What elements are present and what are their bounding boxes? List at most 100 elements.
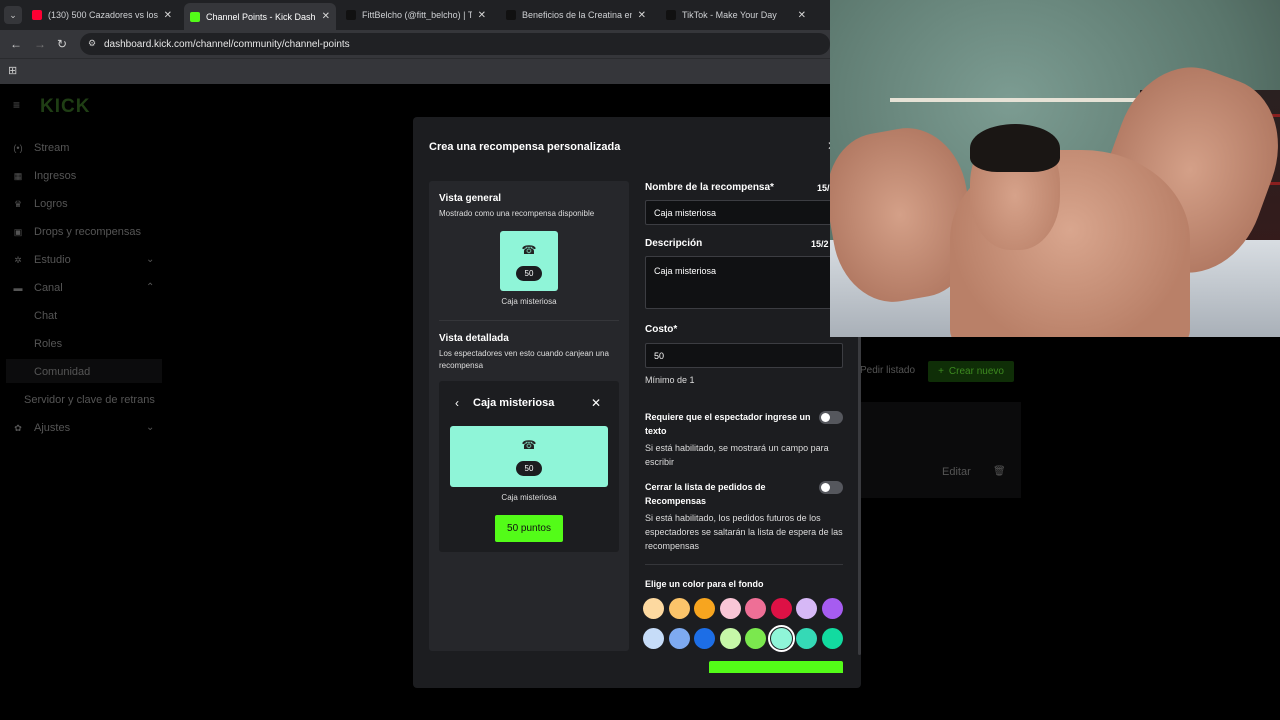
color-swatch[interactable] [745,598,766,619]
color-swatch[interactable] [770,598,792,619]
color-swatch[interactable] [668,598,690,619]
webcam-overlay [830,0,1280,337]
close-tab-icon[interactable]: ✕ [322,11,330,22]
trash-icon[interactable]: 🗑 [993,466,1006,477]
detail-tile-label: Caja misteriosa [501,493,557,502]
reload-icon[interactable]: ↻ [57,37,67,51]
close-queue-toggle[interactable] [819,481,843,494]
color-swatch[interactable] [821,628,843,649]
require-text-toggle[interactable] [819,411,843,424]
detail-view-title: Vista detallada [439,333,509,344]
site-info-icon[interactable]: ⚙ [88,38,96,49]
sidebar-sub-comunidad[interactable]: Comunidad [34,366,90,378]
close-tab-icon[interactable]: ✕ [638,10,646,21]
detail-preview-card: ‹ Caja misteriosa ✕ ☎ 50 Caja misteriosa… [439,381,619,552]
browser-tab[interactable]: Beneficios de la Creatina en el ✕ [500,3,652,27]
require-text-title: Requiere que el espectador ingrese un te… [645,412,811,436]
reward-name-input[interactable]: Caja misteriosa [645,200,843,225]
sidebar-item-stream[interactable]: (•) Stream [12,136,69,160]
create-reward-modal: Crea una recompensa personalizada ✕ Vist… [413,117,861,688]
color-swatch[interactable] [668,628,690,649]
phone-icon: ☎ [521,243,537,257]
broadcast-icon: (•) [13,143,23,153]
sidebar-item-drops[interactable]: ▣ Drops y recompensas [12,220,141,244]
tiktok-icon [666,10,676,20]
sidebar-item-canal[interactable]: ▬ Canal [12,276,63,300]
close-tab-icon[interactable]: ✕ [478,10,486,21]
color-swatch[interactable] [745,628,766,649]
sidebar-sub-roles[interactable]: Roles [34,338,62,350]
general-view-title: Vista general [439,193,502,204]
sidebar-item-label: Canal [34,282,63,294]
cancel-button[interactable] [653,669,693,678]
close-icon: ✕ [591,396,602,410]
cost-help: Mínimo de 1 [645,375,695,385]
color-swatch[interactable] [719,598,741,619]
general-view-subtitle: Mostrado como una recompensa disponible [439,209,595,218]
color-swatch[interactable] [694,598,715,619]
sidebar-item-ingresos[interactable]: ▦ Ingresos [12,164,76,188]
color-swatch[interactable] [643,598,664,619]
detail-card-title: Caja misteriosa [473,397,555,409]
divider [439,320,619,321]
chevron-up-icon[interactable]: ⌃ [146,282,154,293]
divider [645,564,843,565]
reward-tile-label: Caja misteriosa [501,297,557,306]
sidebar-item-ajustes[interactable]: ✿ Ajustes [12,416,70,440]
description-value: Caja misteriosa [654,266,717,276]
color-swatch[interactable] [767,625,795,652]
close-tab-icon[interactable]: ✕ [798,10,806,21]
tiktok-icon [346,10,356,20]
url-text: dashboard.kick.com/channel/community/cha… [104,38,350,50]
sidebar-item-logros[interactable]: ♛ Logros [12,192,68,216]
cost-pill: 50 [516,266,542,281]
color-swatch[interactable] [796,628,817,649]
gear-icon: ✿ [14,422,22,433]
tab-title: Channel Points - Kick Dashboar [206,11,316,22]
color-swatch[interactable] [719,628,741,649]
color-swatch[interactable] [821,598,843,619]
sidebar-sub-servidor[interactable]: Servidor y clave de retrans [24,394,155,406]
url-input[interactable]: ⚙ dashboard.kick.com/channel/community/c… [80,33,830,55]
color-swatch[interactable] [694,628,715,649]
chevron-left-icon: ‹ [455,396,459,410]
chevron-down-icon[interactable]: ⌄ [146,254,154,265]
points-button: 50 puntos [495,515,563,542]
sidebar-item-estudio[interactable]: ✲ Estudio [12,248,70,272]
tab-title: (130) 500 Cazadores vs los Juga [48,10,158,20]
menu-icon[interactable]: ≡ [13,98,20,112]
webcam-hair [970,124,1060,172]
sidebar-item-label: Ajustes [34,422,71,434]
tab-title: FittBelcho (@fitt_belcho) | TikT [362,10,472,20]
pedir-listado-button[interactable]: Pedir listado [860,365,915,376]
require-text-desc: Si está habilitado, se mostrará un campo… [645,443,829,467]
browser-tab[interactable]: FittBelcho (@fitt_belcho) | TikT ✕ [340,3,492,27]
reward-name-label: Nombre de la recompensa* [645,182,774,193]
forward-icon[interactable]: → [34,37,46,51]
cost-input[interactable]: 50 [645,343,843,368]
chevron-down-icon[interactable]: ⌄ [146,422,154,433]
tiktok-icon [506,10,516,20]
studio-icon: ✲ [14,254,22,265]
close-tab-icon[interactable]: ✕ [164,10,172,21]
kick-logo: KICK [40,96,91,117]
crear-nuevo-button[interactable]: + Crear nuevo [928,361,1014,382]
browser-tab[interactable]: TikTok - Make Your Day ✕ [660,3,812,27]
color-swatch[interactable] [796,598,817,619]
apps-grid-icon[interactable]: ⊞ [8,64,17,77]
back-icon[interactable]: ← [10,37,22,51]
color-swatch[interactable] [643,628,664,649]
browser-tab[interactable]: Channel Points - Kick Dashboar ✕ [184,3,336,30]
create-button[interactable] [709,661,843,673]
reward-name-value: Caja misteriosa [654,207,717,218]
sidebar-sub-chat[interactable]: Chat [34,310,57,322]
editar-button[interactable]: Editar [942,466,971,478]
detail-view-subtitle: Los espectadores ven esto cuando canjean… [439,349,609,370]
kick-icon [190,11,200,22]
phone-icon: ☎ [521,438,537,452]
browser-tab[interactable]: (130) 500 Cazadores vs los Juga ✕ [26,3,178,27]
gift-icon: ▣ [13,226,23,237]
reward-preview-panel: Vista general Mostrado como una recompen… [429,181,629,651]
tab-search-icon[interactable]: ⌄ [4,6,22,24]
description-textarea[interactable]: Caja misteriosa [645,256,843,309]
